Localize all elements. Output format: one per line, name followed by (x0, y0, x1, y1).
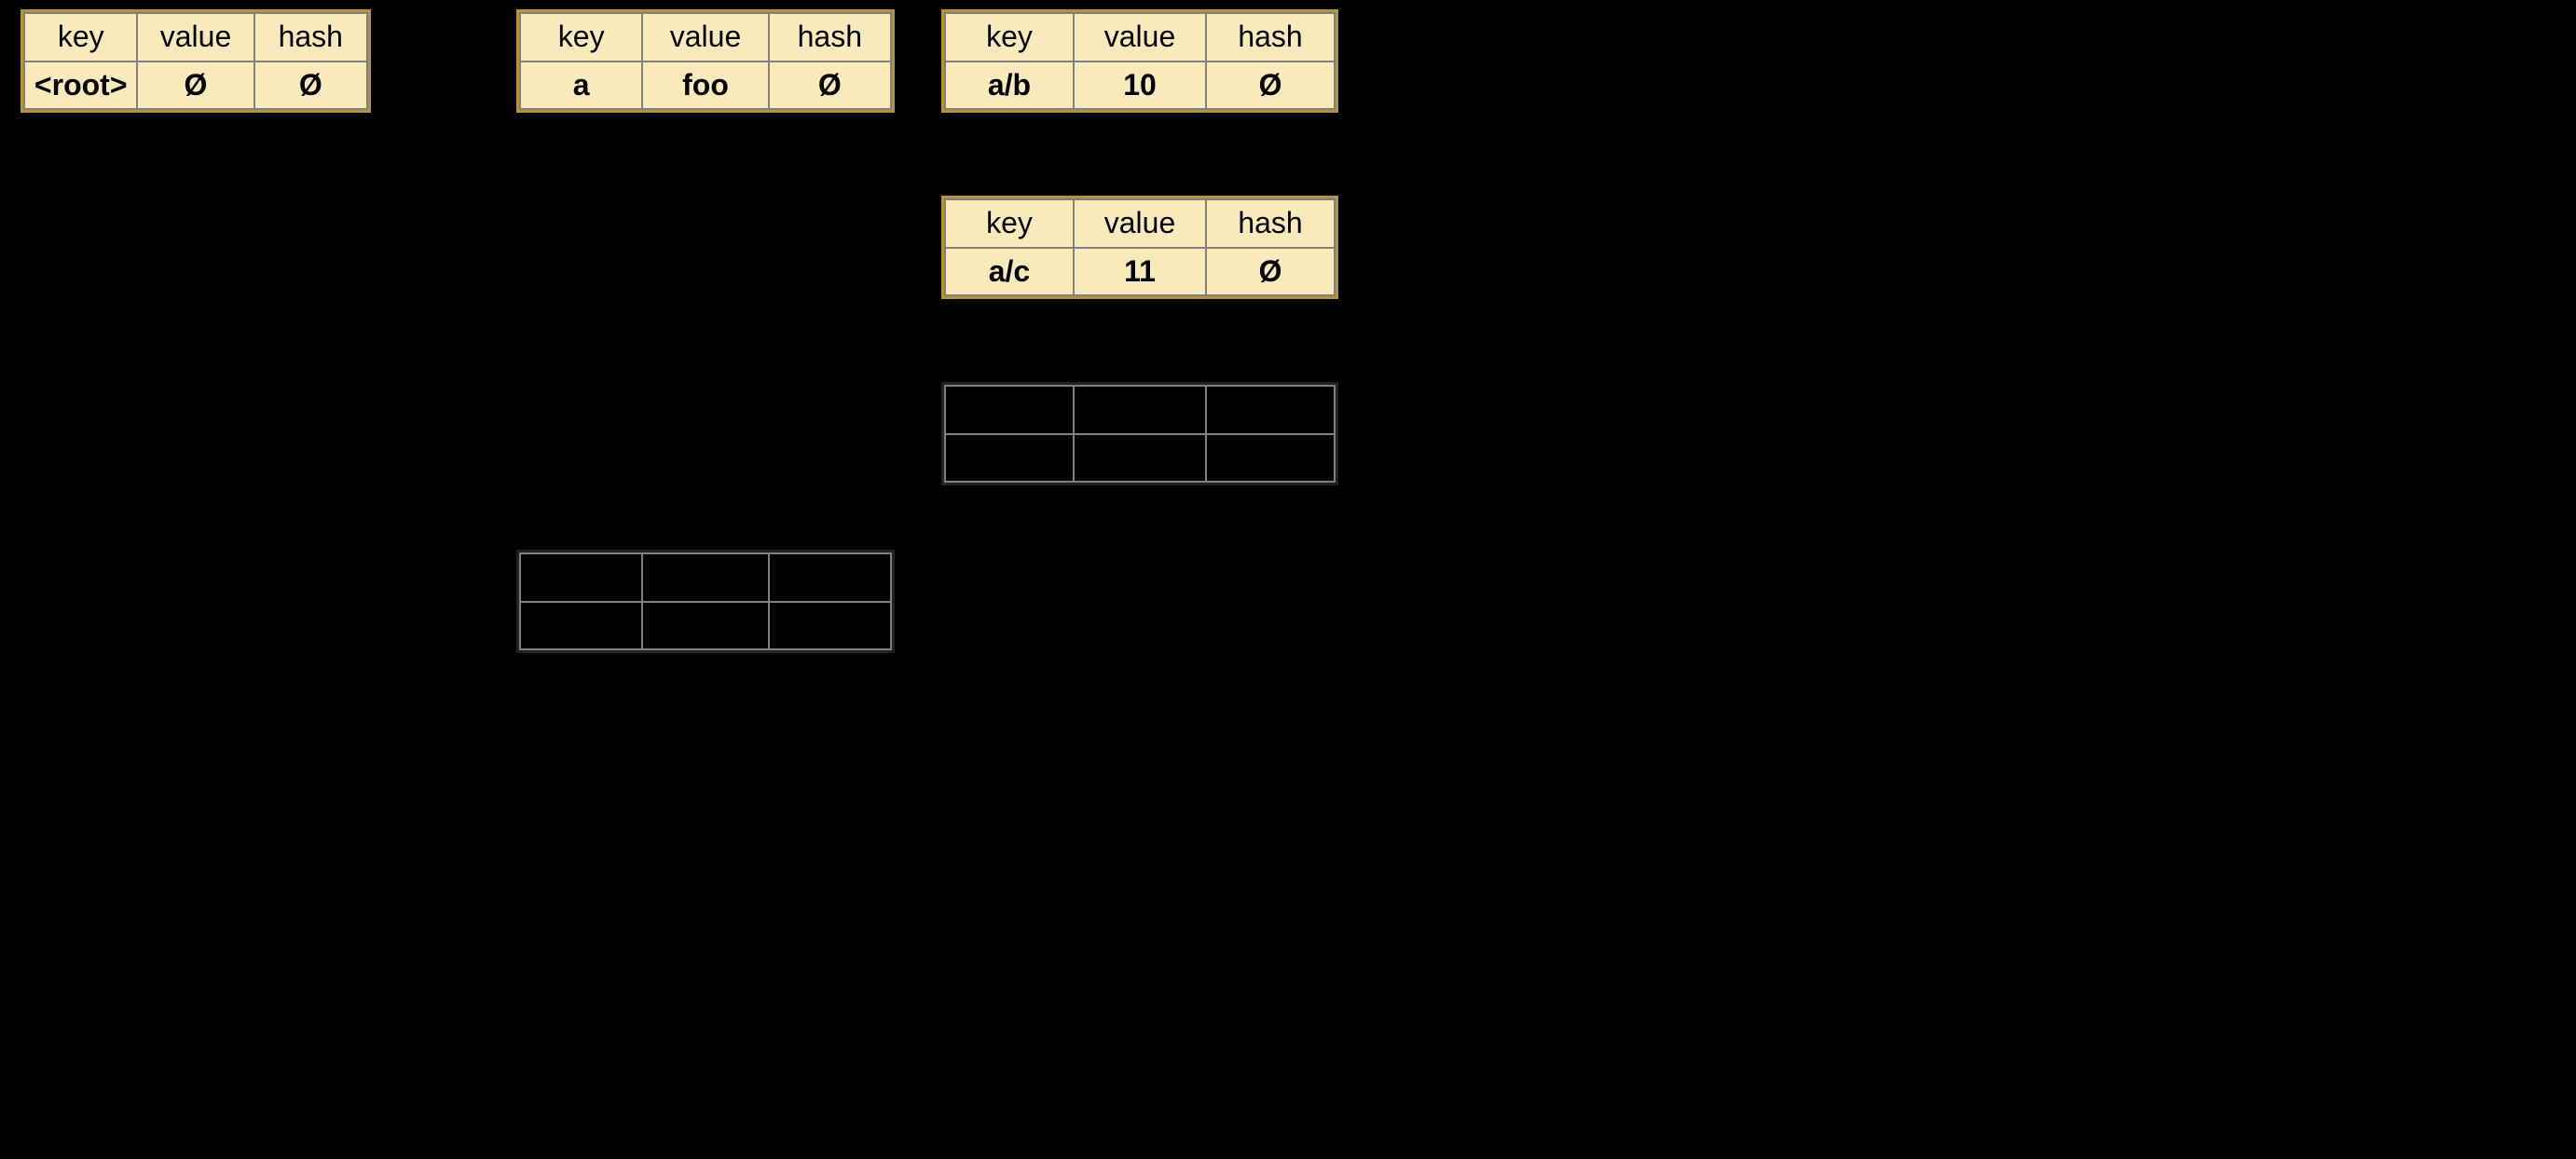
header-hash: hash (1206, 199, 1335, 248)
cell-hash (769, 602, 891, 650)
cell-value: Ø (137, 61, 253, 110)
header-hash (769, 553, 891, 602)
header-value: value (1074, 199, 1206, 248)
cell-hash: Ø (254, 61, 367, 110)
cell-value (642, 602, 768, 650)
node-ac: keyvaluehash a/c11Ø (941, 196, 1338, 299)
node-a: keyvaluehash afooØ (516, 9, 895, 113)
cell-value: foo (642, 61, 768, 110)
cell-value (1074, 434, 1206, 483)
node-root: keyvaluehash<root>ØØ (21, 9, 371, 113)
cell-key (520, 602, 642, 650)
header-hash (1206, 386, 1335, 434)
cell-hash: Ø (1206, 248, 1335, 296)
cell-value: 10 (1074, 61, 1206, 110)
header-key: key (945, 13, 1074, 61)
header-key: key (945, 199, 1074, 248)
cell-hash: Ø (769, 61, 891, 110)
header-key: key (24, 13, 137, 61)
cell-value: 11 (1074, 248, 1206, 296)
cell-key (945, 434, 1074, 483)
cell-key: <root> (24, 61, 137, 110)
node-ab: keyvaluehash a/b10Ø (941, 9, 1338, 113)
node-ph1 (941, 382, 1338, 485)
header-value: value (642, 13, 768, 61)
node-ph2 (516, 550, 895, 653)
header-hash: hash (769, 13, 891, 61)
header-value (1074, 386, 1206, 434)
header-hash: hash (1206, 13, 1335, 61)
header-key: key (520, 13, 642, 61)
cell-key: a/b (945, 61, 1074, 110)
header-key (945, 386, 1074, 434)
cell-hash (1206, 434, 1335, 483)
cell-key: a/c (945, 248, 1074, 296)
header-hash: hash (254, 13, 367, 61)
cell-key: a (520, 61, 642, 110)
cell-hash: Ø (1206, 61, 1335, 110)
header-value: value (137, 13, 253, 61)
header-key (520, 553, 642, 602)
header-value (642, 553, 768, 602)
header-value: value (1074, 13, 1206, 61)
